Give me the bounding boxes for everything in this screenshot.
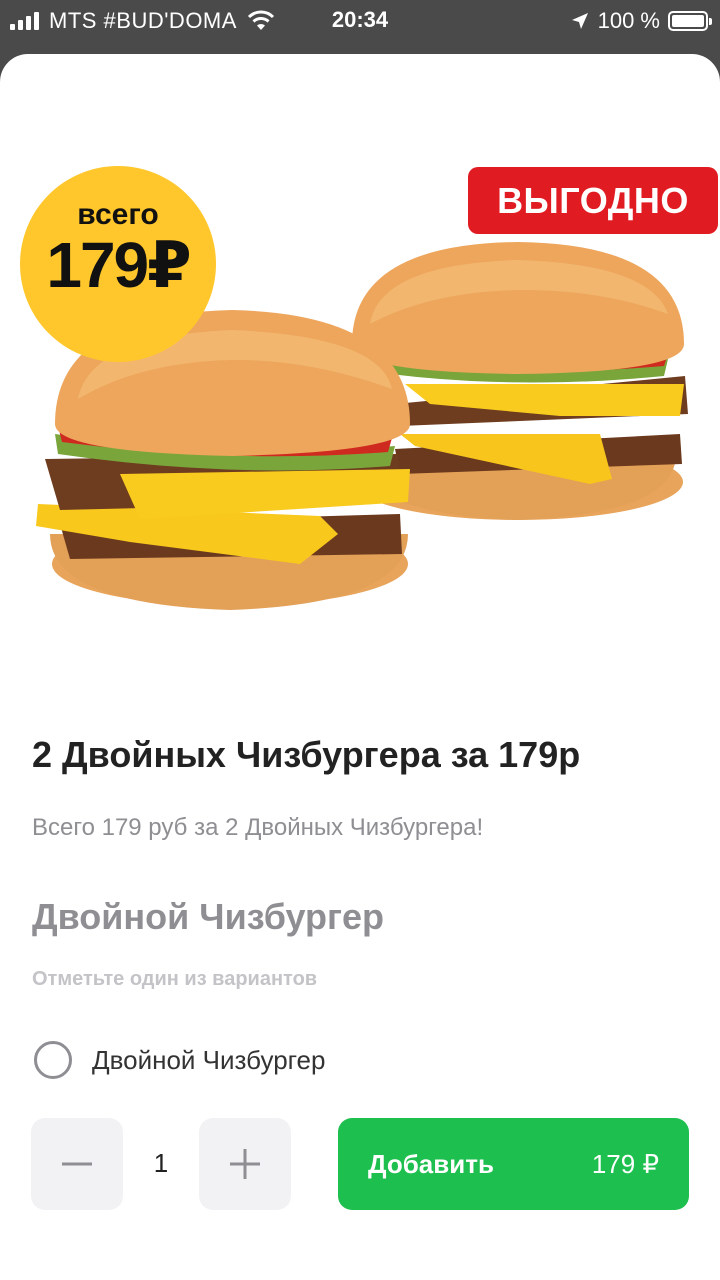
- option-label: Двойной Чизбургер: [92, 1044, 326, 1075]
- minus-icon: [62, 1162, 92, 1166]
- decrease-quantity-button[interactable]: [31, 1118, 123, 1210]
- options-group-title: Двойной Чизбургер: [32, 896, 385, 937]
- battery-icon: [668, 11, 712, 31]
- status-bar: MTS #BUD'DOMA 20:34 100 %: [0, 0, 720, 40]
- location-arrow-icon: [571, 13, 588, 29]
- add-button-label: Добавить: [368, 1149, 494, 1179]
- product-title: 2 Двойных Чизбургера за 179р: [32, 734, 581, 775]
- increase-quantity-button[interactable]: [199, 1118, 291, 1210]
- option-item[interactable]: Двойной Чизбургер: [34, 1041, 325, 1079]
- add-to-cart-button[interactable]: Добавить 179 ₽: [338, 1118, 689, 1210]
- options-group-hint: Отметьте один из вариантов: [32, 968, 318, 990]
- status-right: 100 %: [570, 8, 712, 34]
- battery-percent: 100 %: [597, 8, 660, 33]
- sheet-content: 2 Двойных Чизбургера за 179р Всего 179 р…: [0, 54, 720, 1280]
- add-button-price: 179 ₽: [591, 1149, 659, 1179]
- quantity-value: 1: [153, 1148, 169, 1178]
- plus-icon: [230, 1149, 260, 1179]
- product-description: Всего 179 руб за 2 Двойных Чизбургера!: [32, 814, 484, 841]
- radio-button[interactable]: [34, 1041, 72, 1079]
